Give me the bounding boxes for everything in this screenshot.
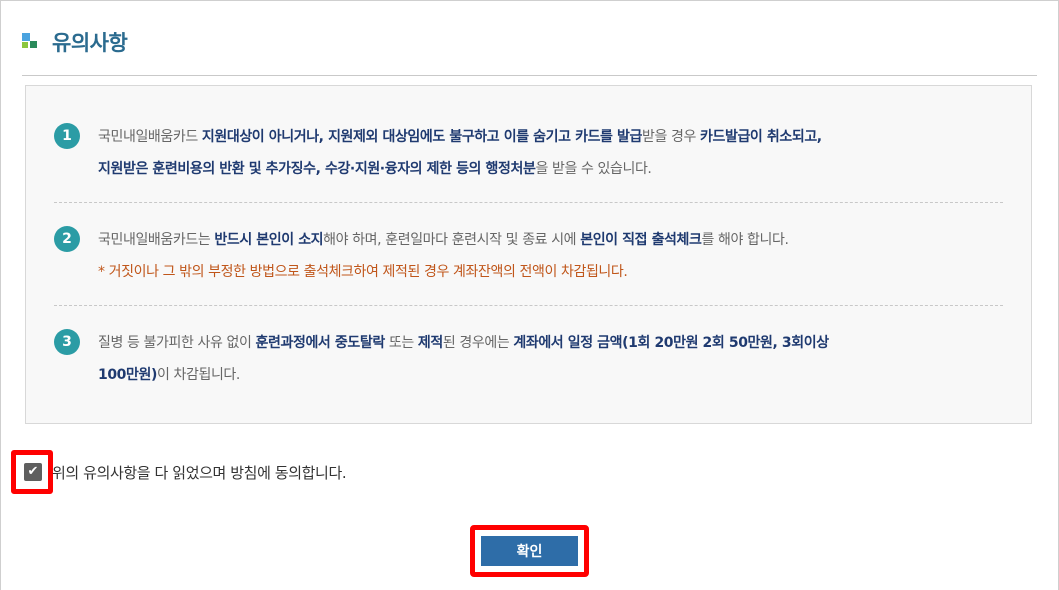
notice-text-segment: 이 차감됩니다. bbox=[156, 367, 240, 383]
notice-item: 1 국민내일배움카드 지원대상이 아니거나, 지원제외 대상임에도 불구하고 이… bbox=[54, 121, 1003, 185]
notice-text-segment: 을 받을 수 있습니다. bbox=[535, 161, 652, 177]
notice-text-segment: 를 해야 합니다. bbox=[701, 232, 789, 248]
notice-text-segment: 국민내일배움카드는 bbox=[98, 232, 215, 248]
notice-text-segment: 된 경우에는 bbox=[442, 335, 514, 351]
notice-text-segment: 또는 bbox=[384, 335, 418, 351]
notice-box: 1 국민내일배움카드 지원대상이 아니거나, 지원제외 대상임에도 불구하고 이… bbox=[25, 85, 1032, 424]
confirm-button[interactable]: 확인 bbox=[481, 536, 578, 566]
heading-bullet-icon bbox=[22, 33, 38, 51]
heading-divider bbox=[22, 75, 1037, 76]
agree-label[interactable]: 위의 유의사항을 다 읽었으며 방침에 동의합니다. bbox=[52, 462, 347, 483]
notice-text: 국민내일배움카드 지원대상이 아니거나, 지원제외 대상임에도 불구하고 이를 … bbox=[98, 121, 822, 185]
notice-text-segment: 받을 경우 bbox=[641, 129, 700, 145]
emphasis-text: 반드시 본인이 소지 bbox=[214, 232, 324, 248]
dashed-divider bbox=[54, 202, 1003, 203]
number-1-icon: 1 bbox=[54, 123, 80, 149]
emphasis-text: 계좌에서 일정 금액(1회 20만원 2회 50만원, 3회이상 bbox=[513, 335, 829, 351]
section-heading: 유의사항 bbox=[22, 30, 128, 55]
notice-text: 국민내일배움카드는 반드시 본인이 소지해야 하며, 훈련일마다 훈련시작 및 … bbox=[98, 224, 789, 288]
notice-item: 2 국민내일배움카드는 반드시 본인이 소지해야 하며, 훈련일마다 훈련시작 … bbox=[54, 224, 1003, 288]
warning-text: * 거짓이나 그 밖의 부정한 방법으로 출석체크하여 제적된 경우 계좌잔액의… bbox=[98, 264, 628, 280]
notice-item: 3 질병 등 불가피한 사유 없이 훈련과정에서 중도탈락 또는 제적된 경우에… bbox=[54, 327, 1003, 391]
agree-checkbox[interactable]: ✔ bbox=[24, 463, 42, 481]
number-3-icon: 3 bbox=[54, 329, 80, 355]
page-title: 유의사항 bbox=[52, 31, 128, 55]
emphasis-text: 훈련과정에서 중도탈락 bbox=[255, 335, 386, 351]
emphasis-text: 100만원) bbox=[98, 367, 157, 383]
notice-text: 질병 등 불가피한 사유 없이 훈련과정에서 중도탈락 또는 제적된 경우에는 … bbox=[98, 327, 829, 391]
number-2-icon: 2 bbox=[54, 226, 80, 252]
emphasis-text: 지원받은 훈련비용의 반환 및 추가징수, 수강·지원·융자의 제한 등의 행정… bbox=[98, 161, 536, 177]
emphasis-text: 지원대상이 아니거나, 지원제외 대상임에도 불구하고 이를 숨기고 카드를 발… bbox=[201, 129, 642, 145]
notice-text-segment: 해야 하며, 훈련일마다 훈련시작 및 종료 시에 bbox=[323, 232, 581, 248]
notice-text-segment: 질병 등 불가피한 사유 없이 bbox=[98, 335, 256, 351]
emphasis-text: 본인이 직접 출석체크 bbox=[580, 232, 702, 248]
notice-text-segment: 국민내일배움카드 bbox=[98, 129, 202, 145]
emphasis-text: 카드발급이 취소되고, bbox=[700, 129, 822, 145]
emphasis-text: 제적 bbox=[417, 335, 443, 351]
dashed-divider bbox=[54, 305, 1003, 306]
